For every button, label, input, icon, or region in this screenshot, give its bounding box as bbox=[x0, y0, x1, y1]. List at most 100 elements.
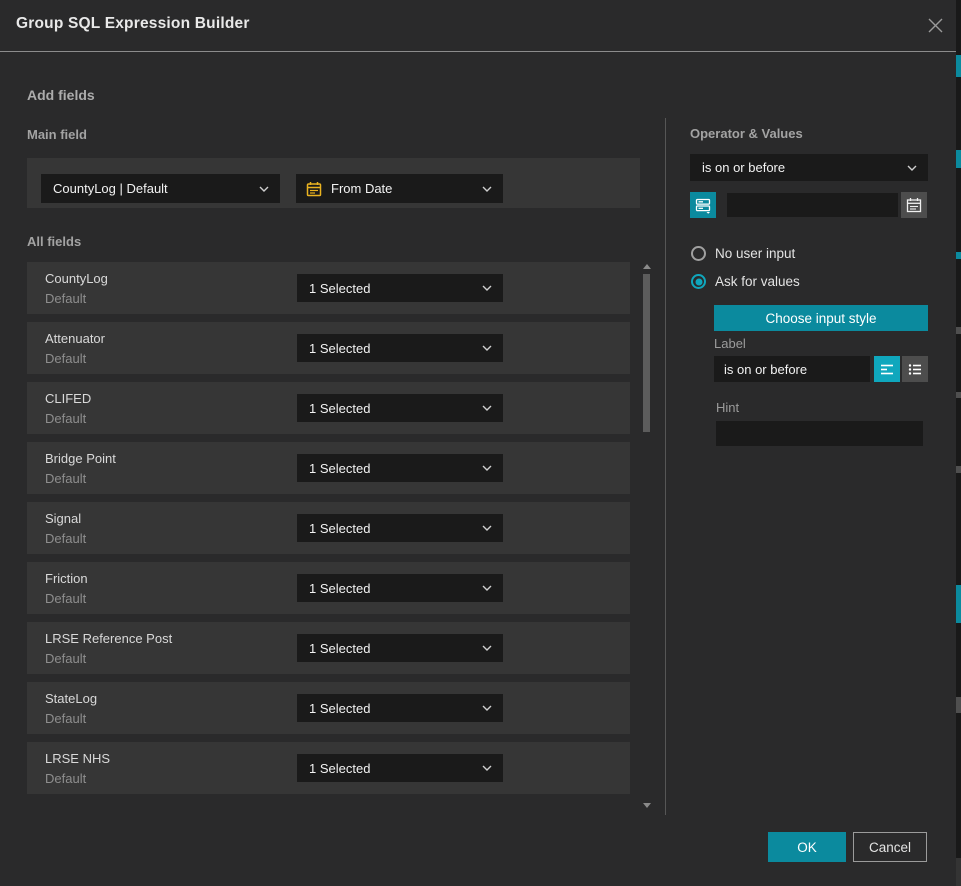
chevron-down-icon bbox=[482, 525, 492, 531]
ok-button[interactable]: OK bbox=[768, 832, 846, 862]
field-row: Attenuator Default 1 Selected bbox=[27, 322, 630, 374]
fields-scrollbar[interactable] bbox=[642, 262, 651, 812]
chevron-down-icon bbox=[259, 186, 269, 192]
field-sublabel: Default bbox=[45, 591, 86, 606]
field-name: CLIFED bbox=[45, 391, 91, 406]
field-selection-dropdown[interactable]: 1 Selected bbox=[297, 694, 503, 722]
selection-value: 1 Selected bbox=[297, 761, 370, 776]
field-sublabel: Default bbox=[45, 711, 86, 726]
add-fields-heading: Add fields bbox=[27, 87, 95, 103]
value-input[interactable] bbox=[727, 193, 898, 217]
field-sublabel: Default bbox=[45, 771, 86, 786]
calendar-icon bbox=[306, 181, 322, 197]
field-selection-dropdown[interactable]: 1 Selected bbox=[297, 454, 503, 482]
field-selection-dropdown[interactable]: 1 Selected bbox=[297, 574, 503, 602]
calendar-icon bbox=[906, 197, 922, 213]
field-row: Friction Default 1 Selected bbox=[27, 562, 630, 614]
radio-selected-icon bbox=[691, 274, 706, 289]
radio-no-user-input[interactable]: No user input bbox=[691, 246, 795, 261]
main-field-panel: CountyLog | Default From Date bbox=[27, 158, 640, 208]
selection-value: 1 Selected bbox=[297, 461, 370, 476]
main-field-dropdown[interactable]: From Date bbox=[296, 174, 503, 203]
selection-value: 1 Selected bbox=[297, 701, 370, 716]
selection-value: 1 Selected bbox=[297, 401, 370, 416]
field-sublabel: Default bbox=[45, 351, 86, 366]
chevron-down-icon bbox=[482, 765, 492, 771]
label-style-list-button[interactable] bbox=[902, 356, 928, 382]
chevron-down-icon bbox=[482, 705, 492, 711]
field-sublabel: Default bbox=[45, 471, 86, 486]
field-selection-dropdown[interactable]: 1 Selected bbox=[297, 394, 503, 422]
label-input[interactable] bbox=[714, 356, 870, 382]
radio-unselected-icon bbox=[691, 246, 706, 261]
hint-input[interactable] bbox=[716, 421, 923, 446]
operator-dropdown[interactable]: is on or before bbox=[690, 154, 928, 181]
bulleted-list-icon bbox=[908, 363, 923, 376]
field-row: LRSE NHS Default 1 Selected bbox=[27, 742, 630, 794]
main-field-label: Main field bbox=[27, 127, 87, 142]
selection-value: 1 Selected bbox=[297, 581, 370, 596]
scroll-down-icon[interactable] bbox=[643, 803, 651, 808]
field-name: StateLog bbox=[45, 691, 97, 706]
chevron-down-icon bbox=[482, 405, 492, 411]
label-style-text-button[interactable] bbox=[874, 356, 900, 382]
field-row: CLIFED Default 1 Selected bbox=[27, 382, 630, 434]
selection-value: 1 Selected bbox=[297, 641, 370, 656]
field-name: CountyLog bbox=[45, 271, 108, 286]
cancel-button[interactable]: Cancel bbox=[853, 832, 927, 862]
field-selection-dropdown[interactable]: 1 Selected bbox=[297, 334, 503, 362]
label-field-label: Label bbox=[714, 336, 746, 351]
field-name: Bridge Point bbox=[45, 451, 116, 466]
group-sql-expression-builder-dialog: Group SQL Expression Builder Add fields … bbox=[0, 0, 961, 886]
field-name: Friction bbox=[45, 571, 88, 586]
dialog-titlebar: Group SQL Expression Builder bbox=[0, 0, 957, 52]
all-fields-list: CountyLog Default 1 Selected Attenuator … bbox=[27, 262, 630, 802]
field-row: LRSE Reference Post Default 1 Selected bbox=[27, 622, 630, 674]
all-fields-label: All fields bbox=[27, 234, 81, 249]
chevron-down-icon bbox=[482, 345, 492, 351]
input-style-selector-button[interactable] bbox=[690, 192, 716, 218]
field-sublabel: Default bbox=[45, 411, 86, 426]
selection-value: 1 Selected bbox=[297, 521, 370, 536]
scrollbar-thumb[interactable] bbox=[643, 274, 650, 432]
operator-values-heading: Operator & Values bbox=[690, 126, 803, 141]
field-selection-dropdown[interactable]: 1 Selected bbox=[297, 634, 503, 662]
choose-input-style-button[interactable]: Choose input style bbox=[714, 305, 928, 331]
selection-value: 1 Selected bbox=[297, 281, 370, 296]
dialog-title: Group SQL Expression Builder bbox=[16, 15, 250, 33]
field-selection-dropdown[interactable]: 1 Selected bbox=[297, 274, 503, 302]
selection-value: 1 Selected bbox=[297, 341, 370, 356]
chevron-down-icon bbox=[482, 186, 492, 192]
radio-label: No user input bbox=[715, 246, 795, 261]
chevron-down-icon bbox=[482, 585, 492, 591]
app-edge-sliver bbox=[956, 0, 961, 886]
field-name: LRSE NHS bbox=[45, 751, 110, 766]
field-sublabel: Default bbox=[45, 651, 86, 666]
chevron-down-icon bbox=[907, 165, 917, 171]
align-left-icon bbox=[880, 363, 895, 376]
close-icon bbox=[927, 17, 944, 34]
field-sublabel: Default bbox=[45, 531, 86, 546]
hint-field-label: Hint bbox=[716, 400, 739, 415]
field-selection-dropdown[interactable]: 1 Selected bbox=[297, 514, 503, 542]
main-field-dropdown-value: From Date bbox=[322, 181, 392, 196]
radio-label: Ask for values bbox=[715, 274, 800, 289]
panel-divider bbox=[665, 118, 666, 815]
radio-ask-for-values[interactable]: Ask for values bbox=[691, 274, 800, 289]
field-row: Bridge Point Default 1 Selected bbox=[27, 442, 630, 494]
field-row: StateLog Default 1 Selected bbox=[27, 682, 630, 734]
layer-dropdown-value: CountyLog | Default bbox=[41, 181, 168, 196]
scroll-up-icon[interactable] bbox=[643, 264, 651, 269]
field-selection-dropdown[interactable]: 1 Selected bbox=[297, 754, 503, 782]
layer-dropdown[interactable]: CountyLog | Default bbox=[41, 174, 280, 203]
close-button[interactable] bbox=[924, 14, 946, 36]
field-row: Signal Default 1 Selected bbox=[27, 502, 630, 554]
field-name: Signal bbox=[45, 511, 81, 526]
date-picker-button[interactable] bbox=[901, 192, 927, 218]
chevron-down-icon bbox=[482, 465, 492, 471]
field-sublabel: Default bbox=[45, 291, 86, 306]
chevron-down-icon bbox=[482, 285, 492, 291]
field-name: Attenuator bbox=[45, 331, 105, 346]
field-name: LRSE Reference Post bbox=[45, 631, 172, 646]
input-style-icon bbox=[695, 197, 712, 214]
